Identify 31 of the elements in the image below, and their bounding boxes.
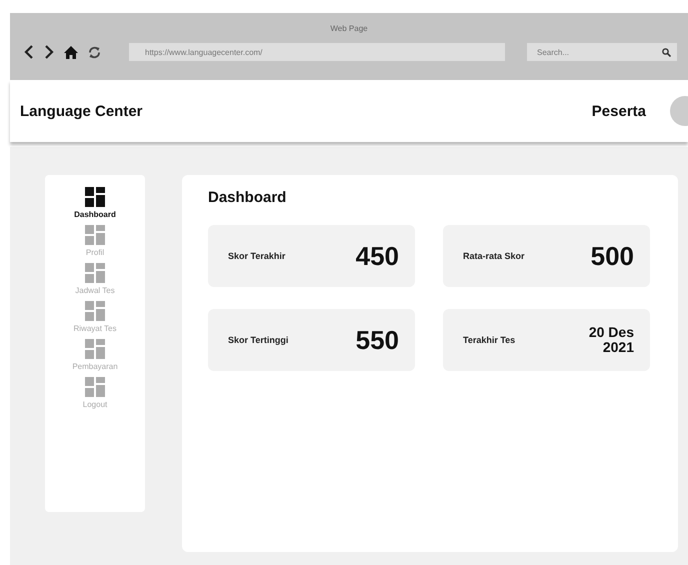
stat-value: 20 Des 2021 (588, 324, 634, 356)
refresh-icon[interactable] (88, 46, 101, 58)
forward-icon[interactable] (44, 45, 54, 59)
grid-icon (85, 377, 105, 397)
stat-label: Rata-rata Skor (463, 250, 525, 263)
grid-icon (84, 187, 105, 207)
search-icon[interactable] (662, 48, 671, 56)
sidebar-item[interactable]: Riwayat Tes (74, 301, 116, 333)
sidebar-item[interactable]: Dashboard (74, 187, 116, 219)
address-bar[interactable]: https://www.languagecenter.com/ (129, 43, 505, 61)
stat-value: 550 (356, 324, 399, 356)
grid-icon (85, 225, 105, 245)
stat-value: 500 (590, 240, 634, 272)
sidebar-item[interactable]: Pembayaran (72, 339, 118, 371)
brand-name: Language Center (20, 102, 143, 120)
grid-icon (84, 339, 105, 359)
home-icon[interactable] (64, 46, 78, 58)
stat-label: Skor Terakhir (228, 250, 286, 263)
grid-icon (85, 263, 105, 283)
sidebar-item[interactable]: Jadwal Tes (75, 263, 115, 295)
page-title: Dashboard (208, 189, 288, 206)
grid-icon (84, 301, 105, 321)
stat-label: Terakhir Tes (463, 334, 516, 347)
sidebar-item[interactable]: Profil (85, 225, 105, 257)
window-title: Web Page (329, 23, 369, 35)
sidebar-item[interactable]: Logout (82, 377, 108, 409)
back-icon[interactable] (24, 45, 34, 59)
search-field[interactable]: Search... (527, 43, 677, 61)
user-name: Peserta (592, 102, 646, 120)
stat-label: Skor Tertinggi (228, 334, 288, 347)
stat-value: 450 (356, 240, 399, 272)
